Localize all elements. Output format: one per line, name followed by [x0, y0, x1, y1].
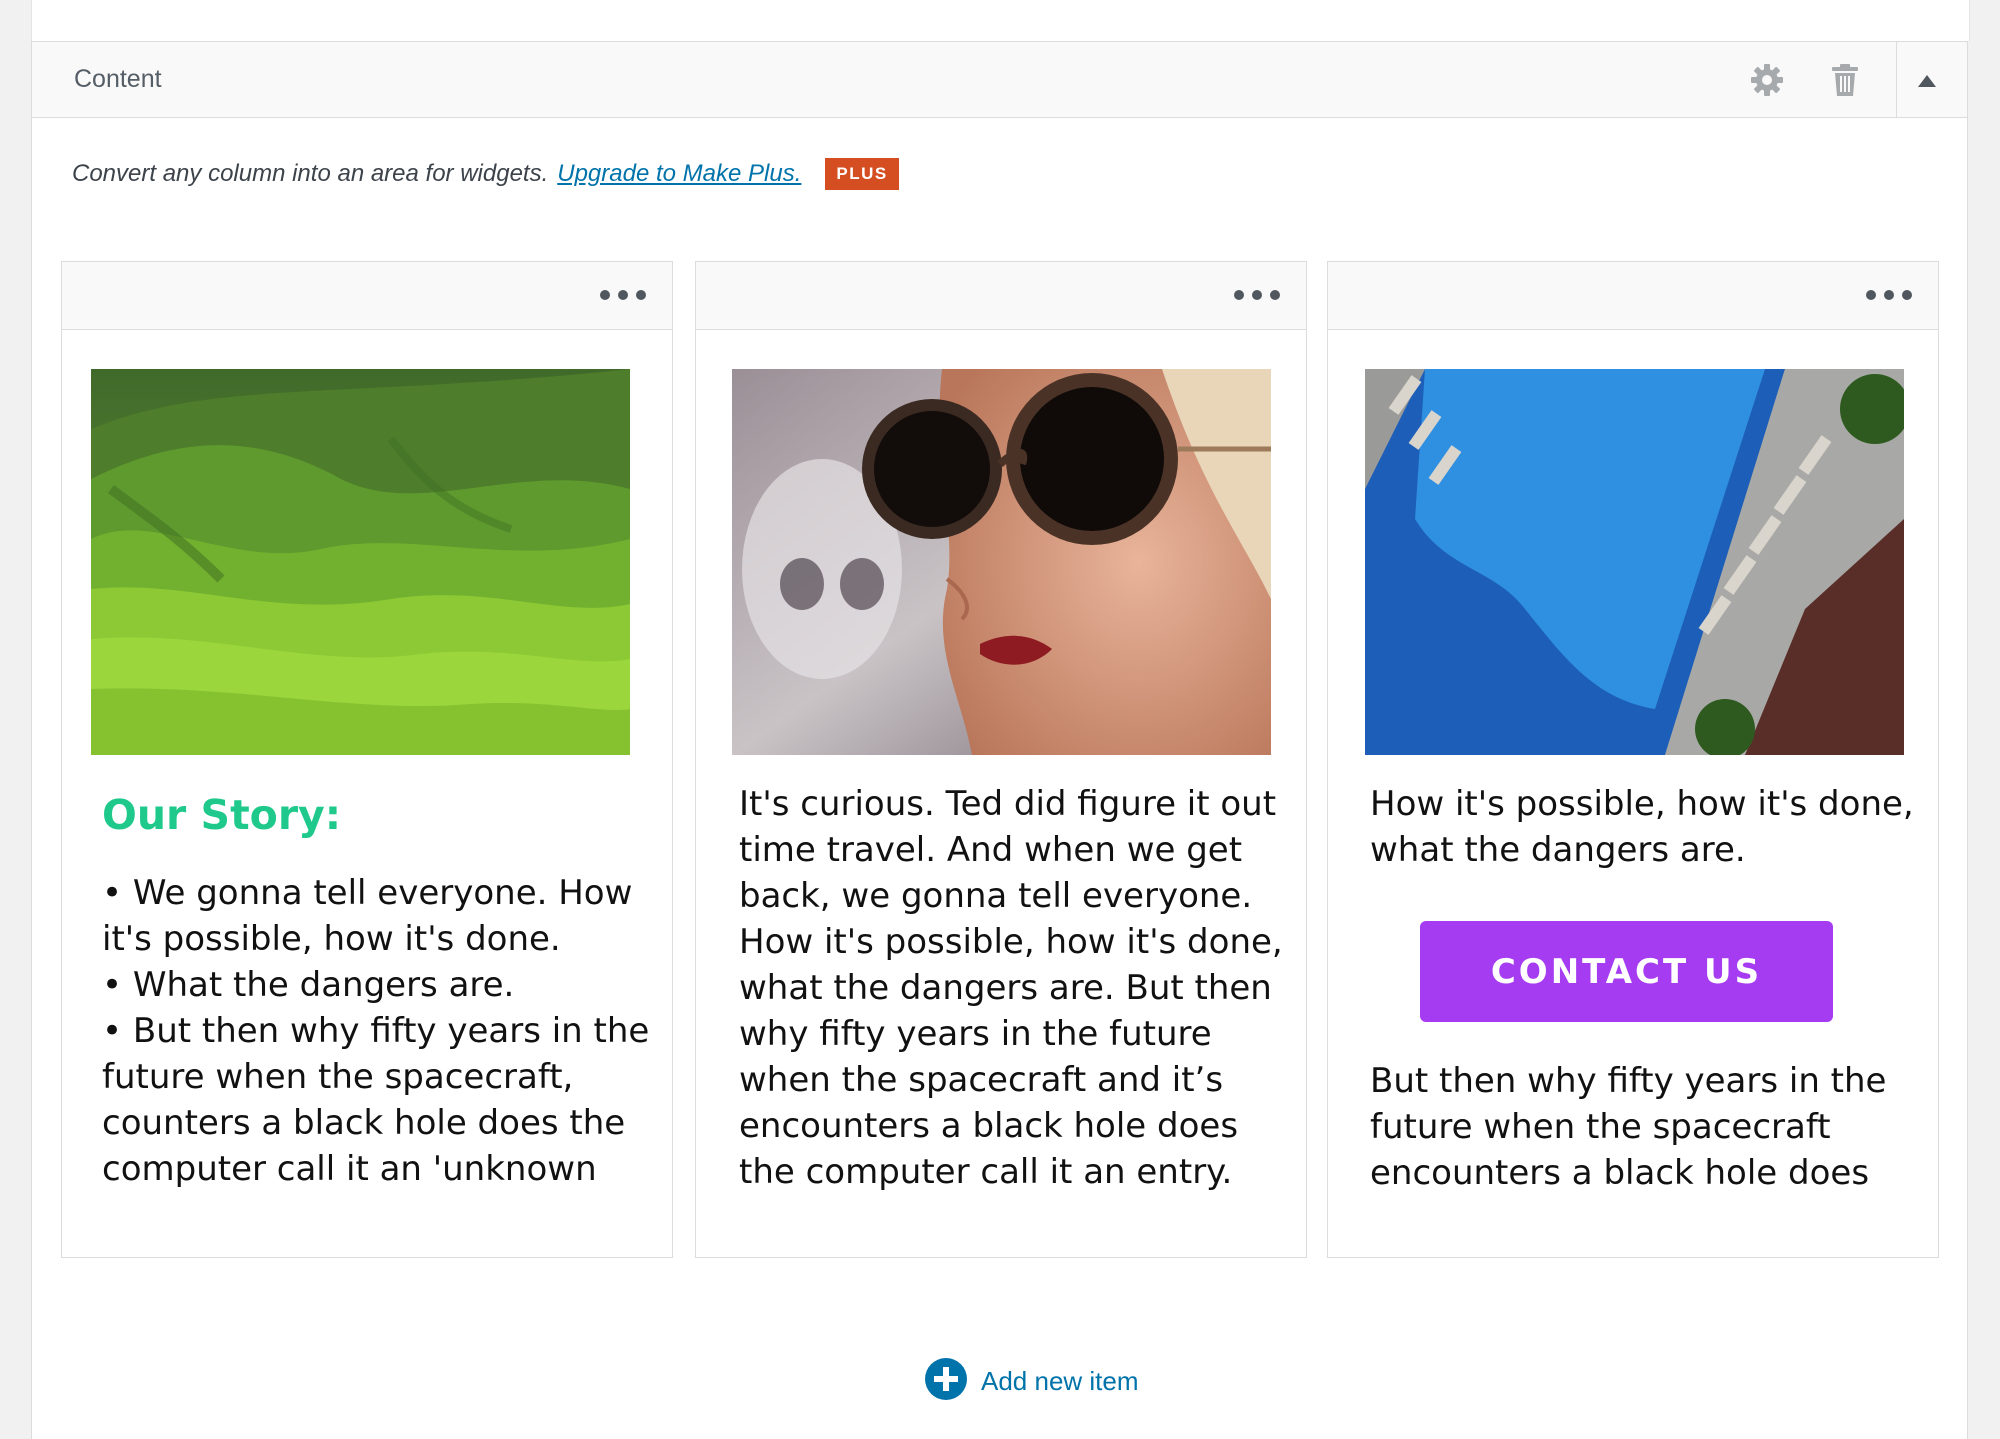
- plus-badge: PLUS: [825, 158, 899, 190]
- text-line: back, we gonna tell everyone.: [739, 876, 1253, 916]
- text-line: why fifty years in the future: [739, 1014, 1212, 1054]
- column-header: [696, 262, 1306, 330]
- column-1-text: • We gonna tell everyone. How it's possi…: [102, 870, 649, 1192]
- story-heading: Our Story:: [102, 791, 342, 839]
- text-line: • What the dangers are.: [102, 965, 515, 1005]
- section-title: Content: [74, 65, 162, 93]
- text-line: • But then why fifty years in the: [102, 1011, 650, 1051]
- column-1: Our Story: • We gonna tell everyone. How…: [61, 261, 673, 1258]
- more-options-icon[interactable]: [1234, 286, 1280, 304]
- text-line: what the dangers are. But then: [739, 968, 1272, 1008]
- column-3: How it's possible, how it's done, what t…: [1327, 261, 1939, 1258]
- top-strip: [31, 0, 1970, 41]
- header-divider: [1896, 42, 1897, 117]
- upgrade-link[interactable]: Upgrade to Make Plus.: [557, 160, 801, 188]
- text-line: future when the spacecraft: [1370, 1107, 1831, 1147]
- text-line: How it's possible, how it's done,: [1370, 784, 1914, 824]
- column-3-text-top: How it's possible, how it's done, what t…: [1370, 781, 1914, 873]
- column-3-text-bottom: But then why fifty years in the future w…: [1370, 1058, 1886, 1196]
- text-line: what the dangers are.: [1370, 830, 1746, 870]
- content-section: Content Convert any column into an area …: [31, 41, 1968, 1439]
- text-line: computer call it an 'unknown: [102, 1149, 597, 1189]
- more-options-icon[interactable]: [1866, 286, 1912, 304]
- text-line: future when the spacecraft,: [102, 1057, 574, 1097]
- text-line: when the spacecraft and it’s: [739, 1060, 1224, 1100]
- text-line: encounters a black hole does: [739, 1106, 1239, 1146]
- column-header: [62, 262, 672, 330]
- hills-image: [91, 369, 630, 755]
- text-line: It's curious. Ted did figure it out: [739, 784, 1277, 824]
- notice-text: Convert any column into an area for widg…: [72, 160, 549, 187]
- pool-aerial-image: [1365, 369, 1904, 755]
- text-line: encounters a black hole does: [1370, 1153, 1870, 1193]
- column-2: It's curious. Ted did figure it out time…: [695, 261, 1307, 1258]
- text-line: But then why fifty years in the: [1370, 1061, 1887, 1101]
- sunglasses-portrait-image: [732, 369, 1271, 755]
- gear-icon[interactable]: [1749, 62, 1785, 98]
- text-line: • We gonna tell everyone. How: [102, 873, 633, 913]
- text-line: counters a black hole does the: [102, 1103, 626, 1143]
- section-header: Content: [32, 42, 1967, 118]
- add-new-item-button[interactable]: Add new item: [925, 1358, 1139, 1405]
- more-options-icon[interactable]: [600, 286, 646, 304]
- text-line: time travel. And when we get: [739, 830, 1243, 870]
- plus-circle-icon: [925, 1358, 967, 1405]
- widget-notice: Convert any column into an area for widg…: [72, 158, 899, 190]
- text-line: How it's possible, how it's done,: [739, 922, 1283, 962]
- column-header: [1328, 262, 1938, 330]
- collapse-toggle-icon[interactable]: [1912, 66, 1942, 96]
- column-2-text: It's curious. Ted did figure it out time…: [739, 781, 1283, 1195]
- contact-us-button[interactable]: CONTACT US: [1420, 921, 1833, 1022]
- trash-icon[interactable]: [1827, 62, 1863, 98]
- text-line: it's possible, how it's done.: [102, 919, 561, 959]
- text-line: the computer call it an entry.: [739, 1152, 1233, 1192]
- add-new-item-label: Add new item: [981, 1366, 1139, 1396]
